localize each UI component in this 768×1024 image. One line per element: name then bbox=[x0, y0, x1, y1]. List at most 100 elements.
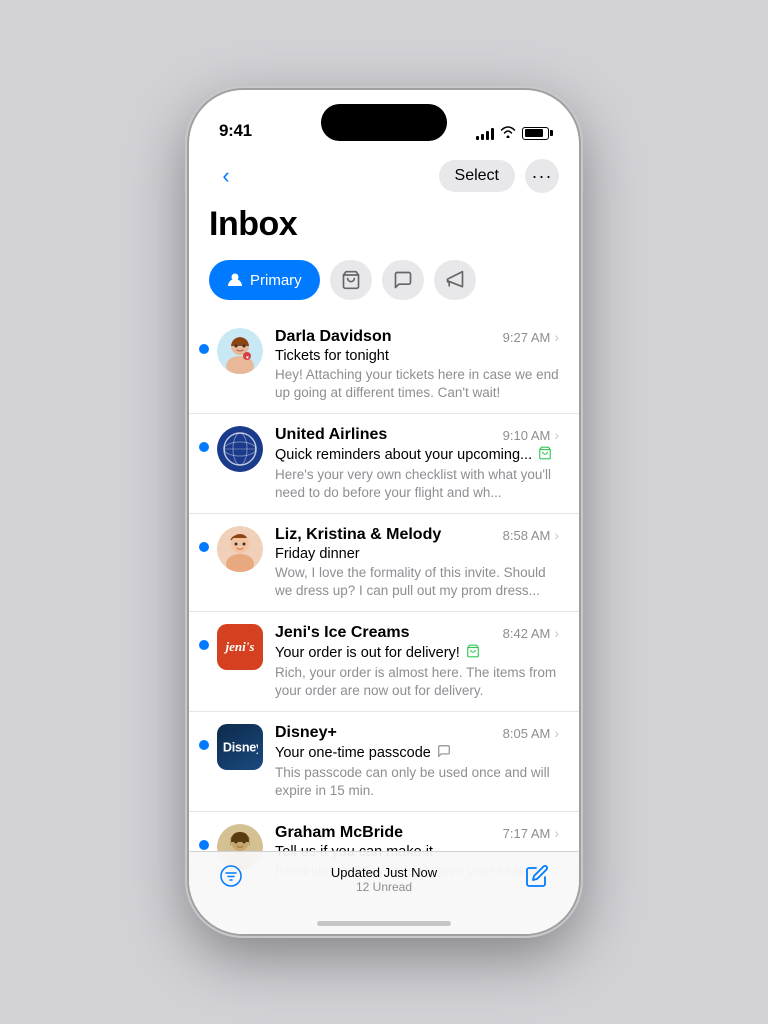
email-item-united[interactable]: United Airlines 9:10 AM › Quick reminder… bbox=[189, 414, 579, 514]
unread-indicator bbox=[199, 542, 209, 552]
unread-indicator bbox=[199, 442, 209, 452]
more-button[interactable]: ··· bbox=[525, 159, 559, 193]
time-row: 8:58 AM › bbox=[503, 527, 559, 543]
content-area: ‹ Select ··· Inbox Primary bbox=[189, 149, 579, 934]
email-time: 9:27 AM bbox=[503, 330, 551, 345]
email-item-jenis[interactable]: jeni's Jeni's Ice Creams 8:42 AM › Your … bbox=[189, 612, 579, 712]
email-time: 8:05 AM bbox=[503, 726, 551, 741]
signal-bar-4 bbox=[491, 128, 494, 140]
email-preview: This passcode can only be used once and … bbox=[275, 764, 559, 799]
filter-icon bbox=[219, 864, 243, 888]
time-row: 8:05 AM › bbox=[503, 725, 559, 741]
select-button[interactable]: Select bbox=[439, 160, 515, 192]
bottom-toolbar: Updated Just Now 12 Unread bbox=[189, 851, 579, 934]
chat-bubble-icon bbox=[393, 270, 413, 290]
tab-social[interactable] bbox=[382, 260, 424, 300]
email-item-disney[interactable]: Disney+ Disney+ 8:05 AM › Your one-time … bbox=[189, 712, 579, 812]
phone-frame: 9:41 ‹ Sel bbox=[189, 90, 579, 934]
email-header: Graham McBride 7:17 AM › bbox=[275, 824, 559, 842]
home-indicator bbox=[317, 921, 451, 926]
cart-badge-icon-2 bbox=[466, 644, 480, 662]
email-subject: Friday dinner bbox=[275, 546, 559, 562]
tab-primary[interactable]: Primary bbox=[209, 260, 320, 300]
email-preview: Rich, your order is almost here. The ite… bbox=[275, 664, 559, 699]
compose-button[interactable] bbox=[525, 864, 549, 894]
disney-plus-logo: Disney+ bbox=[222, 737, 258, 757]
megaphone-icon bbox=[445, 270, 465, 290]
status-icons bbox=[476, 125, 549, 141]
tab-promotions[interactable] bbox=[434, 260, 476, 300]
email-time: 9:10 AM bbox=[503, 428, 551, 443]
inbox-title: Inbox bbox=[189, 201, 579, 260]
dynamic-island bbox=[321, 104, 447, 141]
time-row: 7:17 AM › bbox=[503, 825, 559, 841]
email-subject: Tickets for tonight bbox=[275, 348, 559, 364]
updated-text: Updated Just Now bbox=[331, 865, 437, 880]
signal-bar-1 bbox=[476, 136, 479, 140]
unread-indicator bbox=[199, 640, 209, 650]
category-tabs: Primary bbox=[189, 260, 579, 316]
avatar-united bbox=[217, 426, 263, 472]
cart-badge-icon bbox=[538, 446, 552, 464]
chevron-icon: › bbox=[554, 329, 559, 345]
battery-icon bbox=[522, 127, 549, 140]
back-button[interactable]: ‹ bbox=[209, 159, 243, 193]
toolbar-row: Updated Just Now 12 Unread bbox=[189, 864, 579, 894]
compose-icon bbox=[525, 864, 549, 888]
email-subject: Quick reminders about your upcoming... bbox=[275, 446, 559, 464]
email-time: 7:17 AM bbox=[503, 826, 551, 841]
svg-text:♥: ♥ bbox=[246, 355, 249, 361]
unread-indicator bbox=[199, 740, 209, 750]
shopping-cart-icon bbox=[341, 270, 361, 290]
wifi-icon bbox=[500, 125, 516, 141]
email-body-liz: Liz, Kristina & Melody 8:58 AM › Friday … bbox=[275, 526, 559, 599]
status-time: 9:41 bbox=[219, 121, 252, 141]
chevron-icon: › bbox=[554, 427, 559, 443]
email-time: 8:42 AM bbox=[503, 626, 551, 641]
tab-primary-label: Primary bbox=[250, 272, 302, 289]
battery-fill bbox=[525, 129, 544, 137]
email-body-disney: Disney+ 8:05 AM › Your one-time passcode… bbox=[275, 724, 559, 799]
unread-count-text: 12 Unread bbox=[356, 880, 412, 894]
avatar-disney: Disney+ bbox=[217, 724, 263, 770]
chat-badge-icon bbox=[437, 744, 451, 762]
chevron-icon: › bbox=[554, 725, 559, 741]
email-item-darla[interactable]: ♥ Darla Davidson 9:27 AM › Tickets for t… bbox=[189, 316, 579, 414]
unread-indicator bbox=[199, 344, 209, 354]
email-preview: Here's your very own checklist with what… bbox=[275, 466, 559, 501]
avatar-darla: ♥ bbox=[217, 328, 263, 374]
email-time: 8:58 AM bbox=[503, 528, 551, 543]
svg-text:Disney+: Disney+ bbox=[223, 741, 258, 755]
toolbar-center: Updated Just Now 12 Unread bbox=[331, 865, 437, 894]
person-icon bbox=[227, 272, 243, 288]
signal-bar-2 bbox=[481, 134, 484, 140]
signal-bars-icon bbox=[476, 126, 494, 140]
sender-name: United Airlines bbox=[275, 426, 387, 444]
chevron-icon: › bbox=[554, 825, 559, 841]
sender-name: Liz, Kristina & Melody bbox=[275, 526, 441, 544]
email-list: ♥ Darla Davidson 9:27 AM › Tickets for t… bbox=[189, 316, 579, 901]
email-header: Disney+ 8:05 AM › bbox=[275, 724, 559, 742]
email-body-united: United Airlines 9:10 AM › Quick reminder… bbox=[275, 426, 559, 501]
time-row: 8:42 AM › bbox=[503, 625, 559, 641]
signal-bar-3 bbox=[486, 131, 489, 140]
chevron-icon: › bbox=[554, 527, 559, 543]
email-header: Jeni's Ice Creams 8:42 AM › bbox=[275, 624, 559, 642]
more-dots-icon: ··· bbox=[532, 167, 553, 185]
email-header: Liz, Kristina & Melody 8:58 AM › bbox=[275, 526, 559, 544]
avatar-jenis: jeni's bbox=[217, 624, 263, 670]
email-header: Darla Davidson 9:27 AM › bbox=[275, 328, 559, 346]
unread-indicator bbox=[199, 840, 209, 850]
tab-shopping[interactable] bbox=[330, 260, 372, 300]
email-header: United Airlines 9:10 AM › bbox=[275, 426, 559, 444]
email-body-darla: Darla Davidson 9:27 AM › Tickets for ton… bbox=[275, 328, 559, 401]
email-preview: Hey! Attaching your tickets here in case… bbox=[275, 366, 559, 401]
email-preview: Wow, I love the formality of this invite… bbox=[275, 564, 559, 599]
top-nav: ‹ Select ··· bbox=[189, 149, 579, 201]
avatar-liz bbox=[217, 526, 263, 572]
email-item-liz[interactable]: Liz, Kristina & Melody 8:58 AM › Friday … bbox=[189, 514, 579, 612]
filter-button[interactable] bbox=[219, 864, 243, 894]
email-subject: Your one-time passcode bbox=[275, 744, 559, 762]
sender-name: Graham McBride bbox=[275, 824, 403, 842]
chevron-icon: › bbox=[554, 625, 559, 641]
